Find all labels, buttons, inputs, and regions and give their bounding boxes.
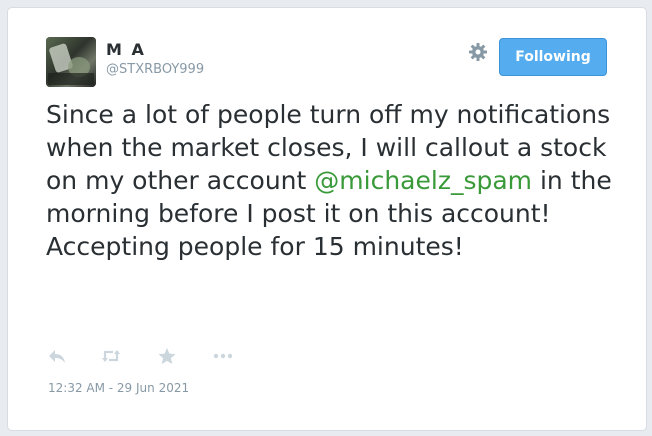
timestamp[interactable]: 12:32 AM - 29 Jun 2021 (48, 381, 189, 395)
retweet-icon[interactable] (100, 346, 122, 366)
mention-link[interactable]: @michaelz_spam (314, 166, 532, 195)
star-icon[interactable] (156, 346, 178, 366)
author-handle[interactable]: @STXRBOY999 (106, 62, 204, 77)
more-icon[interactable] (212, 346, 234, 366)
tweet-card: M A @STXRBOY999 Following Since a lot of… (7, 7, 647, 431)
author-name[interactable]: M A (106, 40, 146, 59)
tweet-text: Since a lot of people turn off my notifi… (46, 98, 626, 263)
gear-icon[interactable] (467, 41, 489, 63)
following-button[interactable]: Following (499, 38, 607, 76)
reply-icon[interactable] (46, 346, 68, 366)
avatar[interactable] (46, 37, 96, 87)
